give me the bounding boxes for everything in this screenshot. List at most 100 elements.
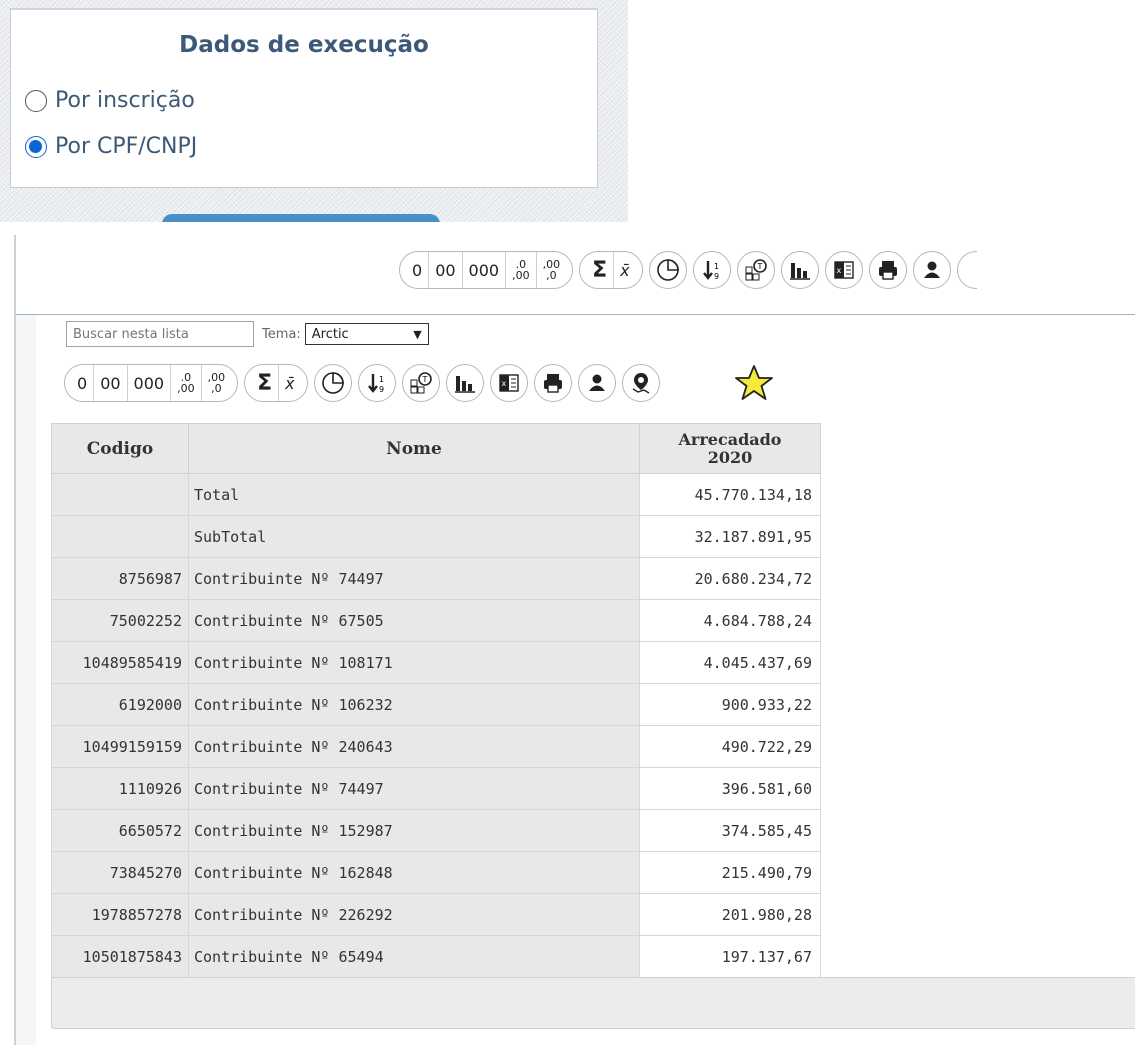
cell-codigo: 6192000 (51, 683, 189, 726)
radio-option-cpf-cnpj[interactable]: Por CPF/CNPJ (25, 134, 197, 159)
cell-nome: Contribuinte Nº 152987 (188, 809, 640, 852)
column-header-arrecadado-text: Arrecadado 2020 (678, 429, 782, 467)
cell-nome: SubTotal (188, 515, 640, 558)
cell-nome: Contribuinte Nº 106232 (188, 683, 640, 726)
favorite-star-icon[interactable] (734, 363, 774, 403)
table-row[interactable]: SubTotal 32.187.891,95 (51, 515, 821, 558)
column-header-nome[interactable]: Nome (188, 423, 640, 474)
cell-arrecadado: 32.187.891,95 (639, 515, 821, 558)
bar-chart-icon[interactable] (780, 251, 819, 289)
sum-icon[interactable]: Σ (586, 252, 615, 288)
user-icon[interactable] (577, 364, 616, 402)
sort-icon[interactable]: 19 (357, 364, 396, 402)
increase-decimals-button[interactable]: ,00 ,0 (537, 252, 567, 288)
cell-codigo: 10499159159 (51, 725, 189, 768)
search-input[interactable] (66, 321, 254, 347)
svg-text:x: x (836, 266, 841, 275)
inner-decimals-00-button[interactable]: 00 (94, 365, 128, 401)
outer-toolbar-area: 0 00 000 .0 ,00 ,00 ,0 Σ x̄ 19 T x (16, 235, 1135, 315)
radio-cpf-cnpj[interactable] (25, 135, 47, 158)
excel-icon[interactable]: x (489, 364, 528, 402)
cell-nome: Contribuinte Nº 74497 (188, 767, 640, 810)
user-icon-partial[interactable] (956, 251, 977, 289)
table-row[interactable]: 6650572 Contribuinte Nº 152987 374.585,45 (51, 809, 821, 852)
cell-nome: Contribuinte Nº 162848 (188, 851, 640, 894)
user-icon[interactable] (912, 251, 951, 289)
decimal-format-group: 0 00 000 .0 ,00 ,00 ,0 (399, 251, 574, 289)
table-row[interactable]: 10501875843 Contribuinte Nº 65494 197.137,… (51, 935, 821, 978)
cell-codigo: 6650572 (51, 809, 189, 852)
decimals-0-button[interactable]: 0 (406, 252, 430, 288)
table-row[interactable]: 1110926 Contribuinte Nº 74497 396.581,60 (51, 767, 821, 810)
table-row[interactable]: 1978857278 Contribuinte Nº 226292 201.980,… (51, 893, 821, 936)
table-row[interactable]: 10499159159 Contribuinte Nº 240643 490.722… (51, 725, 821, 768)
theme-select[interactable]: Arctic ▼ (304, 323, 429, 345)
pie-chart-icon[interactable] (313, 364, 352, 402)
left-gutter (16, 315, 36, 1045)
cell-arrecadado: 4.045.437,69 (639, 641, 821, 684)
table-row[interactable]: Total 45.770.134,18 (51, 473, 821, 516)
inner-decrease-decimals-bottom: ,00 (177, 382, 195, 395)
cell-nome: Contribuinte Nº 240643 (188, 725, 640, 768)
decrease-decimals-button[interactable]: .0 ,00 (506, 252, 537, 288)
cell-codigo: 8756987 (51, 557, 189, 600)
search-row: Tema: Arctic ▼ (66, 321, 429, 347)
sum-icon[interactable]: Σ (251, 365, 280, 401)
pie-chart-icon[interactable] (648, 251, 687, 289)
bar-chart-icon[interactable] (445, 364, 484, 402)
cell-arrecadado: 45.770.134,18 (639, 473, 821, 516)
decimals-000-button[interactable]: 000 (463, 252, 507, 288)
print-icon[interactable] (868, 251, 907, 289)
table-row[interactable]: 75002252 Contribuinte Nº 67505 4.684.788,2… (51, 599, 821, 642)
column-header-arrecadado-2020[interactable]: Arrecadado 2020 (639, 423, 821, 474)
pivot-icon[interactable]: T (736, 251, 775, 289)
radio-option-inscricao[interactable]: Por inscrição (25, 88, 195, 113)
mean-icon[interactable]: x̄ (614, 252, 635, 288)
svg-text:x: x (501, 379, 506, 388)
cell-arrecadado: 215.490,79 (639, 851, 821, 894)
radio-label-cpf-cnpj: Por CPF/CNPJ (55, 134, 198, 159)
cell-arrecadado: 396.581,60 (639, 767, 821, 810)
stats-group: Σ x̄ (579, 251, 643, 289)
cell-arrecadado: 197.137,67 (639, 935, 821, 978)
inner-decimals-0-button[interactable]: 0 (71, 365, 95, 401)
execute-button-partial[interactable] (162, 214, 440, 222)
inner-decimals-000-button[interactable]: 000 (128, 365, 172, 401)
cell-arrecadado: 20.680.234,72 (639, 557, 821, 600)
cell-codigo: 73845270 (51, 851, 189, 894)
cell-nome: Contribuinte Nº 65494 (188, 935, 640, 978)
map-pin-icon[interactable] (621, 364, 660, 402)
radio-label-inscricao: Por inscrição (55, 88, 195, 113)
table-footer (51, 977, 1135, 1029)
column-header-codigo[interactable]: Codigo (51, 423, 189, 474)
inner-decrease-decimals-button[interactable]: .0 ,00 (171, 365, 202, 401)
table-body: Total 45.770.134,18 SubTotal 32.187.891,95 8… (51, 473, 821, 978)
print-icon[interactable] (533, 364, 572, 402)
cell-nome: Contribuinte Nº 226292 (188, 893, 640, 936)
execution-data-title: Dados de execução (179, 32, 429, 58)
cell-codigo: 10489585419 (51, 641, 189, 684)
inner-toolbar: 0 00 000 .0 ,00 ,00 ,0 Σ x̄ 19 T x (64, 363, 774, 403)
outer-toolbar: 0 00 000 .0 ,00 ,00 ,0 Σ x̄ 19 T x (399, 251, 983, 289)
svg-text:9: 9 (379, 385, 384, 394)
table-row[interactable]: 6192000 Contribuinte Nº 106232 900.933,22 (51, 683, 821, 726)
table-row[interactable]: 10489585419 Contribuinte Nº 108171 4.045.4… (51, 641, 821, 684)
data-table: Codigo Nome Arrecadado 2020 Total 45.770.… (51, 423, 821, 978)
table-row[interactable]: 8756987 Contribuinte Nº 74497 20.680.234,7… (51, 557, 821, 600)
pivot-icon[interactable]: T (401, 364, 440, 402)
table-row[interactable]: 73845270 Contribuinte Nº 162848 215.490,79 (51, 851, 821, 894)
radio-inscricao[interactable] (25, 89, 47, 112)
cell-nome: Contribuinte Nº 67505 (188, 599, 640, 642)
mean-icon[interactable]: x̄ (279, 365, 300, 401)
table-header-row: Codigo Nome Arrecadado 2020 (51, 423, 821, 474)
execution-data-box: Dados de execução Por inscrição Por CPF/… (10, 8, 598, 188)
inner-increase-decimals-bottom: ,0 (211, 382, 222, 395)
svg-text:9: 9 (714, 272, 719, 281)
sort-icon[interactable]: 19 (692, 251, 731, 289)
decimals-00-button[interactable]: 00 (429, 252, 463, 288)
execution-panel-background: Dados de execução Por inscrição Por CPF/… (0, 0, 628, 222)
cell-arrecadado: 374.585,45 (639, 809, 821, 852)
svg-text:T: T (421, 375, 427, 384)
inner-increase-decimals-button[interactable]: ,00 ,0 (202, 365, 232, 401)
excel-icon[interactable]: x (824, 251, 863, 289)
